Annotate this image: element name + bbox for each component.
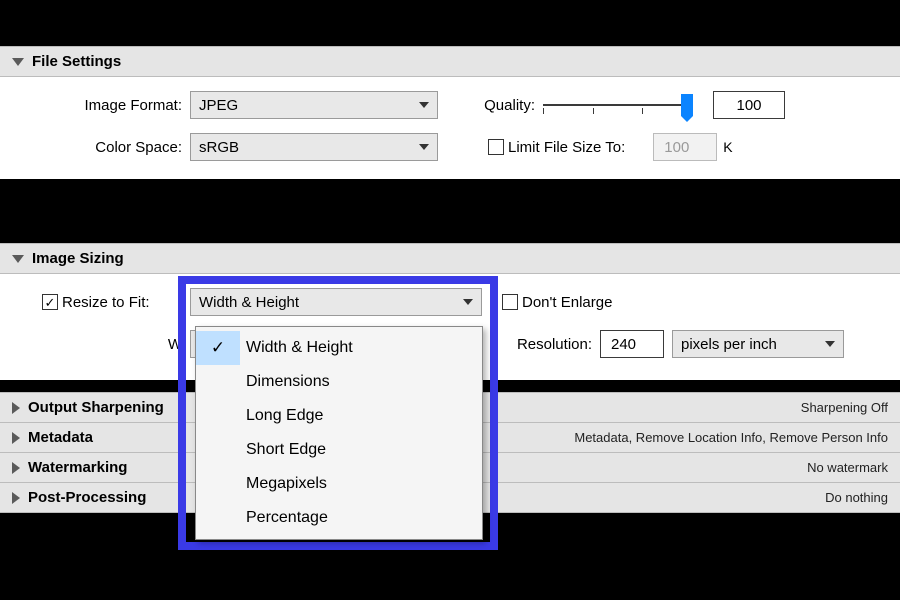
limit-file-size-unit: K xyxy=(723,139,732,155)
quality-label: Quality: xyxy=(438,97,543,114)
limit-file-size-input: 100 xyxy=(653,133,717,161)
dropdown-option-label: Megapixels xyxy=(246,475,327,493)
resize-to-fit-label: Resize to Fit: xyxy=(62,294,150,311)
image-format-label: Image Format: xyxy=(20,97,190,114)
color-space-value: sRGB xyxy=(199,139,239,156)
color-space-label: Color Space: xyxy=(20,139,190,156)
check-icon: ✓ xyxy=(196,331,240,365)
dropdown-option[interactable]: Long Edge xyxy=(196,399,482,433)
watermarking-title: Watermarking xyxy=(28,459,127,476)
output-sharpening-summary: Sharpening Off xyxy=(801,400,888,415)
file-settings-body: Image Format: JPEG Quality: 100 Color Sp… xyxy=(0,77,900,179)
dropdown-option-label: Width & Height xyxy=(246,339,353,357)
color-space-select[interactable]: sRGB xyxy=(190,133,438,161)
dropdown-option[interactable]: Percentage xyxy=(196,501,482,535)
image-sizing-row-1: ✓ Resize to Fit: Width & Height Don't En… xyxy=(20,288,880,316)
file-settings-header[interactable]: File Settings xyxy=(0,46,900,77)
quality-slider[interactable] xyxy=(543,93,693,117)
check-icon xyxy=(196,467,240,501)
chevron-down-icon xyxy=(419,102,429,108)
watermarking-summary: No watermark xyxy=(807,460,888,475)
check-icon xyxy=(196,501,240,535)
dont-enlarge-checkbox[interactable]: Don't Enlarge xyxy=(502,294,612,311)
w-label: W xyxy=(20,336,190,353)
slider-tick xyxy=(543,108,544,114)
post-processing-title: Post-Processing xyxy=(28,489,146,506)
metadata-title: Metadata xyxy=(28,429,93,446)
file-settings-section: File Settings Image Format: JPEG Quality… xyxy=(0,46,900,179)
resolution-unit-value: pixels per inch xyxy=(681,336,777,353)
dropdown-option[interactable]: Megapixels xyxy=(196,467,482,501)
chevron-right-icon xyxy=(12,432,20,444)
checkbox-checked-icon: ✓ xyxy=(42,294,58,310)
dropdown-option-label: Short Edge xyxy=(246,441,326,459)
resolution-input[interactable]: 240 xyxy=(600,330,664,358)
resize-to-fit-dropdown[interactable]: ✓ Width & Height Dimensions Long Edge Short … xyxy=(195,326,483,540)
quality-input[interactable]: 100 xyxy=(713,91,785,119)
resolution-label: Resolution: xyxy=(482,336,600,353)
slider-thumb[interactable] xyxy=(681,94,693,116)
slider-track xyxy=(543,104,693,106)
metadata-summary: Metadata, Remove Location Info, Remove P… xyxy=(574,430,888,445)
resize-to-fit-select[interactable]: Width & Height xyxy=(190,288,482,316)
dropdown-option-label: Dimensions xyxy=(246,373,330,391)
dont-enlarge-label: Don't Enlarge xyxy=(522,294,612,311)
chevron-down-icon xyxy=(463,299,473,305)
dropdown-option[interactable]: Short Edge xyxy=(196,433,482,467)
image-sizing-title: Image Sizing xyxy=(32,250,124,267)
image-format-select[interactable]: JPEG xyxy=(190,91,438,119)
chevron-right-icon xyxy=(12,402,20,414)
chevron-right-icon xyxy=(12,462,20,474)
chevron-right-icon xyxy=(12,492,20,504)
post-processing-summary: Do nothing xyxy=(825,490,888,505)
slider-tick xyxy=(642,108,643,114)
checkbox-box-icon xyxy=(488,139,504,155)
dropdown-option[interactable]: ✓ Width & Height xyxy=(196,331,482,365)
chevron-down-icon xyxy=(419,144,429,150)
file-settings-row-1: Image Format: JPEG Quality: 100 xyxy=(20,91,880,119)
chevron-down-icon xyxy=(12,58,24,66)
dropdown-option[interactable]: Dimensions xyxy=(196,365,482,399)
check-icon xyxy=(196,433,240,467)
resolution-value: 240 xyxy=(611,336,636,353)
file-settings-row-2: Color Space: sRGB Limit File Size To: 10… xyxy=(20,133,880,161)
checkbox-box-icon xyxy=(502,294,518,310)
resolution-unit-select[interactable]: pixels per inch xyxy=(672,330,844,358)
image-format-value: JPEG xyxy=(199,97,238,114)
dropdown-option-label: Percentage xyxy=(246,509,328,527)
limit-file-size-label: Limit File Size To: xyxy=(508,139,625,156)
check-icon xyxy=(196,399,240,433)
limit-file-size-value: 100 xyxy=(664,139,689,156)
chevron-down-icon xyxy=(825,341,835,347)
file-settings-title: File Settings xyxy=(32,53,121,70)
image-sizing-header[interactable]: Image Sizing xyxy=(0,243,900,274)
chevron-down-icon xyxy=(12,255,24,263)
check-icon xyxy=(196,365,240,399)
resize-to-fit-checkbox[interactable]: ✓ Resize to Fit: xyxy=(42,294,190,311)
quality-value: 100 xyxy=(736,97,761,114)
slider-tick xyxy=(593,108,594,114)
dropdown-option-label: Long Edge xyxy=(246,407,323,425)
limit-file-size-checkbox[interactable]: Limit File Size To: xyxy=(488,139,625,156)
resize-to-fit-value: Width & Height xyxy=(199,294,299,311)
output-sharpening-title: Output Sharpening xyxy=(28,399,164,416)
